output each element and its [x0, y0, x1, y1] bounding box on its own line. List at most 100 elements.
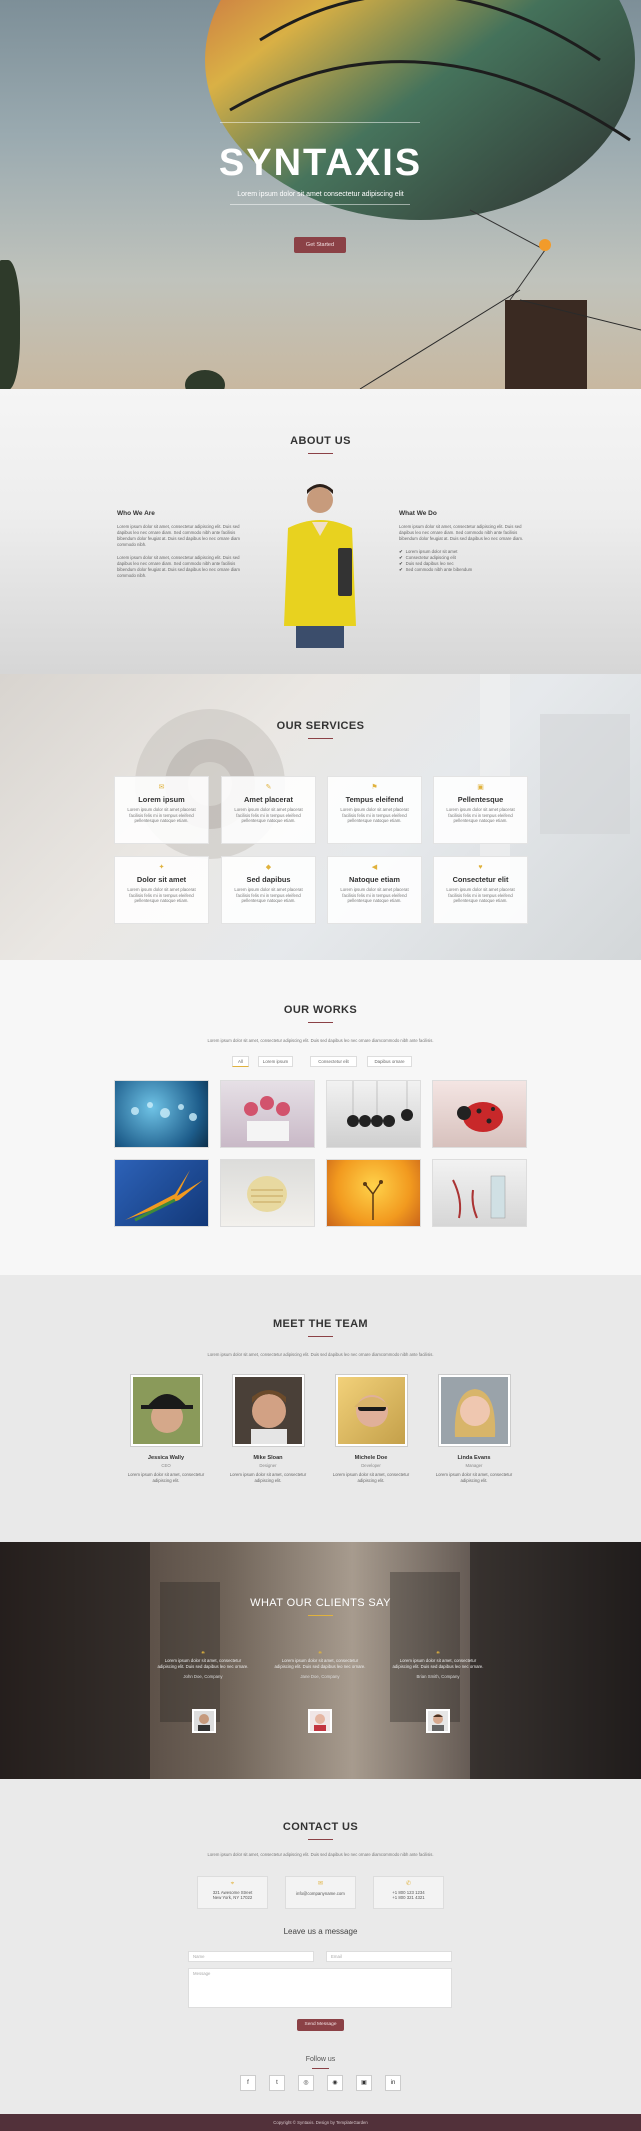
service-desc: Lorem ipsum dolor sit amet placerat faci… — [234, 807, 303, 824]
works-section: OUR WORKS Lorem ipsum dolor sit amet, co… — [0, 960, 641, 1275]
hero-section: SYNTAXIS Lorem ipsum dolor sit amet cons… — [0, 0, 641, 389]
heading-divider — [308, 738, 333, 739]
comment-icon: ✉ — [158, 784, 165, 791]
service-title: Consectetur elit — [452, 875, 509, 884]
facebook-icon[interactable]: f — [240, 2075, 256, 2091]
heading-divider — [308, 1615, 333, 1616]
service-title: Sed dapibus — [246, 875, 291, 884]
dribbble-icon[interactable]: ◎ — [298, 2075, 314, 2091]
portfolio-item-glassware[interactable] — [432, 1159, 527, 1227]
service-card: ♥ Consectetur elit Lorem ipsum dolor sit… — [433, 856, 528, 924]
service-title: Tempus eleifend — [345, 795, 404, 804]
filter-consectetur-elit[interactable]: Consectetur elit — [310, 1056, 357, 1067]
portfolio-item-cake-pops[interactable] — [220, 1080, 315, 1148]
member-role: Manager — [465, 1463, 483, 1468]
avatar — [232, 1375, 304, 1446]
check-icon: ✔ — [399, 555, 403, 560]
who-we-are-title: Who We Are — [117, 510, 155, 517]
heading-divider — [308, 1336, 333, 1337]
portfolio-item-newtons-cradle[interactable] — [326, 1080, 421, 1148]
service-card: ◆ Sed dapibus Lorem ipsum dolor sit amet… — [221, 856, 316, 924]
hero-title: SYNTAXIS — [218, 142, 423, 184]
follow-us-label: Follow us — [305, 2056, 336, 2063]
linkedin-icon[interactable]: in — [385, 2075, 401, 2091]
who-we-are-text-2: Lorem ipsum dolor sit amet, consectetur … — [117, 555, 241, 578]
check-icon: ✔ — [399, 549, 403, 554]
service-card: ▣ Pellentesque Lorem ipsum dolor sit ame… — [433, 776, 528, 844]
send-message-button[interactable]: Send Message — [297, 2019, 344, 2031]
avatar — [130, 1375, 202, 1446]
team-member: Jessica Wally CEO Lorem ipsum dolor sit … — [126, 1375, 206, 1484]
portfolio-item-bird-of-paradise[interactable] — [114, 1159, 209, 1227]
avatar — [438, 1375, 510, 1446]
portfolio-item-splash[interactable] — [326, 1159, 421, 1227]
list-item: ✔ Sed commodo nibh ante bibendum — [399, 567, 473, 572]
services-section: OUR SERVICES ✉ Lorem ipsum Lorem ipsum d… — [0, 674, 641, 960]
message-field[interactable]: Message — [188, 1968, 452, 2008]
avatar — [335, 1375, 407, 1446]
portfolio-item-ladybug[interactable] — [432, 1080, 527, 1148]
email-box: ✉ info@companyname.com — [285, 1876, 356, 1909]
instagram-icon[interactable]: ▣ — [356, 2075, 372, 2091]
lightbulb-icon: ✦ — [158, 864, 165, 871]
email-field[interactable]: Email — [326, 1951, 452, 1962]
service-desc: Lorem ipsum dolor sit amet placerat faci… — [127, 807, 196, 824]
member-role: Designer — [259, 1463, 277, 1468]
filter-dapibus-ornare[interactable]: Dapibus ornare — [367, 1056, 412, 1067]
camera-background-image — [135, 674, 630, 874]
form-title: Leave us a message — [283, 1927, 358, 1936]
service-desc: Lorem ipsum dolor sit amet placerat faci… — [446, 887, 515, 904]
service-title: Amet placerat — [244, 795, 293, 804]
contact-lead: Lorem ipsum dolor sit amet, consectetur … — [207, 1852, 434, 1857]
get-started-button[interactable]: Get Started — [294, 237, 346, 253]
testimonial: ❝ Lorem ipsum dolor sit amet, consectetu… — [272, 1651, 368, 1680]
works-heading: OUR WORKS — [283, 1004, 358, 1016]
address-line-2: New York, NY 17022 — [212, 1895, 253, 1900]
contact-section: CONTACT US Lorem ipsum dolor sit amet, c… — [0, 1779, 641, 2114]
what-we-do-text: Lorem ipsum dolor sit amet, consectetur … — [399, 524, 524, 541]
who-we-are-column: Who We Are Lorem ipsum dolor sit amet, c… — [117, 510, 242, 586]
portfolio-item-water-drops[interactable] — [114, 1080, 209, 1148]
client-avatar — [426, 1709, 450, 1733]
service-card: ◀ Natoque etiam Lorem ipsum dolor sit am… — [327, 856, 422, 924]
works-lead: Lorem ipsum dolor sit amet, consectetur … — [207, 1038, 434, 1043]
service-title: Dolor sit amet — [136, 875, 187, 884]
what-we-do-title: What We Do — [399, 510, 437, 517]
bullhorn-icon: ◀ — [371, 864, 378, 871]
testimonials-section: WHAT OUR CLIENTS SAY ❝ Lorem ipsum dolor… — [0, 1542, 641, 1779]
github-icon[interactable]: ◉ — [327, 2075, 343, 2091]
heading-divider — [308, 453, 333, 454]
testimonial-author: Brian Smith, Company — [416, 1674, 460, 1679]
client-avatar — [308, 1709, 332, 1733]
member-bio: Lorem ipsum dolor sit amet, consectetur … — [332, 1472, 410, 1483]
member-bio: Lorem ipsum dolor sit amet, consectetur … — [127, 1472, 205, 1483]
what-we-do-column: What We Do Lorem ipsum dolor sit amet, c… — [399, 510, 524, 573]
testimonial-author: Jane Doe, Company — [300, 1674, 340, 1679]
member-role: CEO — [161, 1463, 171, 1468]
service-title: Pellentesque — [457, 795, 504, 804]
name-field[interactable]: Name — [188, 1951, 314, 1962]
service-card: ✉ Lorem ipsum Lorem ipsum dolor sit amet… — [114, 776, 209, 844]
testimonial-text: Lorem ipsum dolor sit amet, consectetur … — [157, 1658, 249, 1669]
envelope-icon: ✉ — [317, 1881, 324, 1887]
testimonial: ❝ Lorem ipsum dolor sit amet, consectetu… — [155, 1651, 251, 1680]
member-name: Mike Sloan — [253, 1455, 283, 1461]
about-section: ABOUT US Who We Are Lorem ipsum dolor si… — [0, 389, 641, 674]
service-card: ✦ Dolor sit amet Lorem ipsum dolor sit a… — [114, 856, 209, 924]
client-avatar — [192, 1709, 216, 1733]
email-address[interactable]: info@companyname.com — [286, 1891, 355, 1897]
portfolio-item-seashell[interactable] — [220, 1159, 315, 1227]
phone-icon: ✆ — [405, 1881, 412, 1887]
who-we-are-text: Lorem ipsum dolor sit amet, consectetur … — [117, 524, 241, 547]
twitter-icon[interactable]: t — [269, 2075, 285, 2091]
filter-all[interactable]: All — [232, 1056, 249, 1067]
member-name: Michele Doe — [354, 1455, 388, 1461]
check-icon: ✔ — [399, 561, 403, 566]
about-heading: ABOUT US — [290, 435, 351, 447]
heading-divider — [308, 1022, 333, 1023]
service-title: Natoque etiam — [349, 875, 400, 884]
service-desc: Lorem ipsum dolor sit amet placerat faci… — [234, 887, 303, 904]
heading-divider — [308, 1839, 333, 1840]
testimonial-text: Lorem ipsum dolor sit amet, consectetur … — [274, 1658, 366, 1669]
filter-lorem-ipsum[interactable]: Lorem ipsum — [258, 1056, 293, 1067]
